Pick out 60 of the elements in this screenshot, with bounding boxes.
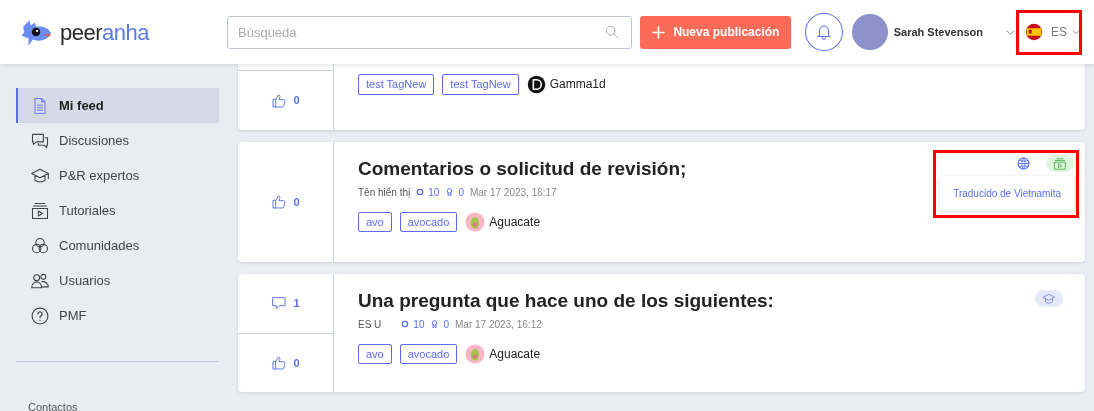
help-icon (30, 305, 50, 326)
sidebar-item[interactable]: Mi feed (16, 88, 219, 123)
user-avatar[interactable] (852, 14, 888, 50)
thumbs-up-icon (271, 354, 288, 371)
sidebar-item[interactable]: PMF (16, 298, 219, 333)
dot-icon (401, 320, 410, 329)
medal-icon (430, 319, 440, 330)
vote-count: 0 (293, 355, 300, 371)
search-icon (604, 23, 621, 40)
thumbs-up-icon (271, 194, 288, 210)
achievement-count: 0 (443, 317, 450, 332)
sidebar-item[interactable]: Comunidades (16, 228, 219, 263)
dot-icon (416, 188, 425, 197)
rating-count: 10 (428, 185, 440, 200)
plus-icon (652, 25, 666, 39)
flag-icon (1025, 23, 1043, 41)
tag-link[interactable]: avocado (399, 343, 458, 365)
post-date: Mar 17 2023, 16:12 (455, 317, 542, 332)
community-name[interactable]: Aguacate (489, 213, 541, 232)
sidebar-item[interactable]: Tutoriales (16, 193, 219, 228)
community-name[interactable]: Gamma1d (549, 75, 606, 94)
sidebar-item[interactable]: Usuarios (16, 263, 219, 298)
vote-count: 0 (293, 93, 300, 109)
community-logo-icon (526, 74, 546, 94)
post-title[interactable]: Una pregunta que hace uno de los siguientes: (358, 290, 1035, 313)
video-player-icon (30, 200, 50, 221)
vote-count: 0 (293, 194, 300, 210)
author-name[interactable]: ES U (358, 316, 382, 332)
user-name[interactable]: Sarah Stevenson (893, 23, 983, 41)
sidebar-item[interactable]: Discusiones (16, 123, 219, 158)
community-name[interactable]: Aguacate (489, 345, 541, 364)
tag-link[interactable]: avocado (399, 211, 458, 233)
chevron-down-icon (1071, 27, 1081, 37)
medal-icon (445, 187, 455, 198)
answer-count: 1 (293, 296, 300, 311)
tag-link[interactable]: test TagNew (358, 74, 435, 95)
video-player-icon (1053, 156, 1067, 171)
bell-icon (815, 23, 834, 41)
thumbs-up-icon (271, 92, 288, 109)
graduation-cap-icon (1042, 291, 1056, 306)
post-date: Mar 17 2023, 16:17 (469, 185, 557, 200)
rating-count: 10 (413, 317, 425, 332)
search-field[interactable]: Búsqueda (227, 15, 633, 49)
speech-bubble-icon (271, 295, 288, 312)
tag-link[interactable]: avo (358, 211, 392, 233)
post-title[interactable]: Comentarios o solicitud de revisión; (358, 158, 934, 181)
sidebar-item[interactable]: P&R expertos (16, 158, 219, 193)
notifications-button[interactable] (805, 13, 844, 51)
section-heading: Contactos (27, 402, 79, 411)
globe-icon (1017, 157, 1030, 170)
overlapping-circles-icon (30, 235, 50, 256)
author-name[interactable]: Tên hiển thị (358, 184, 411, 200)
logo-text: peeranha (60, 18, 149, 47)
tag-link[interactable]: test TagNew (442, 74, 519, 95)
avocado-icon (465, 212, 486, 233)
avocado-icon (465, 344, 486, 365)
achievement-count: 0 (458, 185, 464, 200)
translation-tooltip: Traducido de Vietnamita (940, 176, 1074, 211)
tag-link[interactable]: avo (358, 343, 392, 365)
language-selector[interactable]: ES (1051, 23, 1081, 41)
